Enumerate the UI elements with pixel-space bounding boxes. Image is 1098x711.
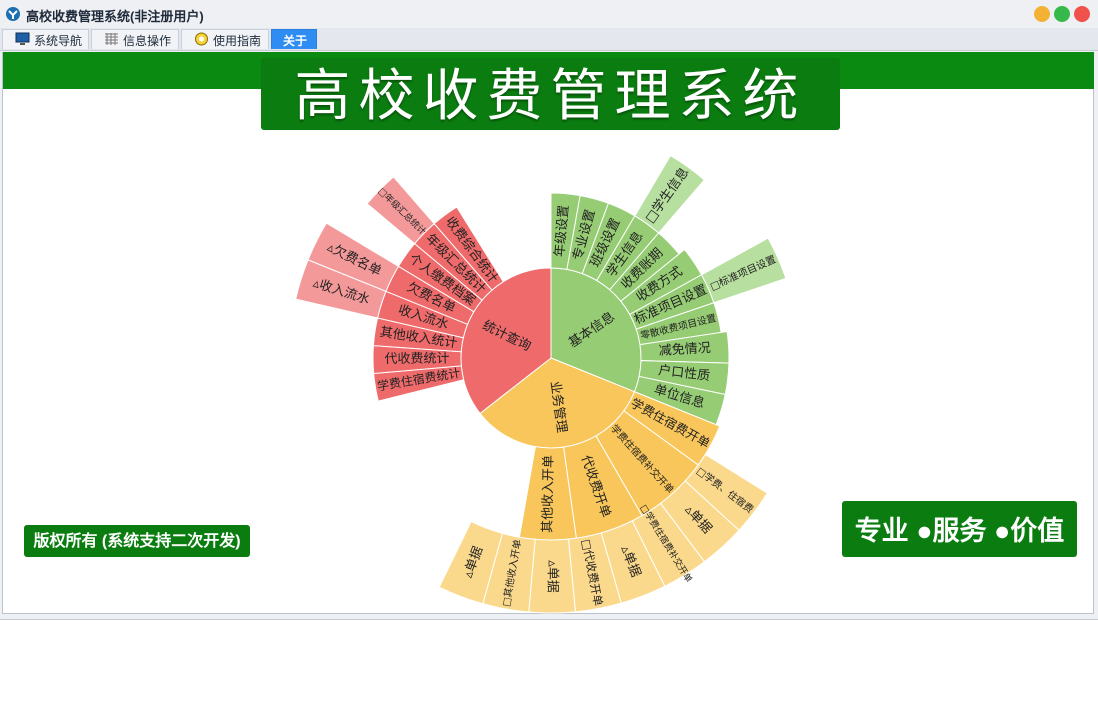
segment-label: 代收费统计 <box>384 351 449 367</box>
basic-outer-item[interactable]: □学生信息 <box>634 154 706 234</box>
segment-label: 减免情况 <box>658 341 711 359</box>
stats-outer-item[interactable]: □年级汇总统计 <box>366 176 435 245</box>
slogan-label: 专业 ●服务 ●价值 <box>842 501 1077 557</box>
business-outer-item[interactable]: ▵单据 <box>528 538 576 614</box>
basic-outer-item[interactable]: □标准项目设置 <box>700 237 787 304</box>
app-window: 高校收费管理系统(非注册用户) 系统导航 信息操作 使用指南 关于 高校收费管理… <box>0 0 1098 620</box>
segment-label: 其他收入开单 <box>540 455 556 533</box>
copyright-label: 版权所有 (系统支持二次开发) <box>24 525 250 557</box>
segment-label: ▵单据 <box>544 560 559 593</box>
